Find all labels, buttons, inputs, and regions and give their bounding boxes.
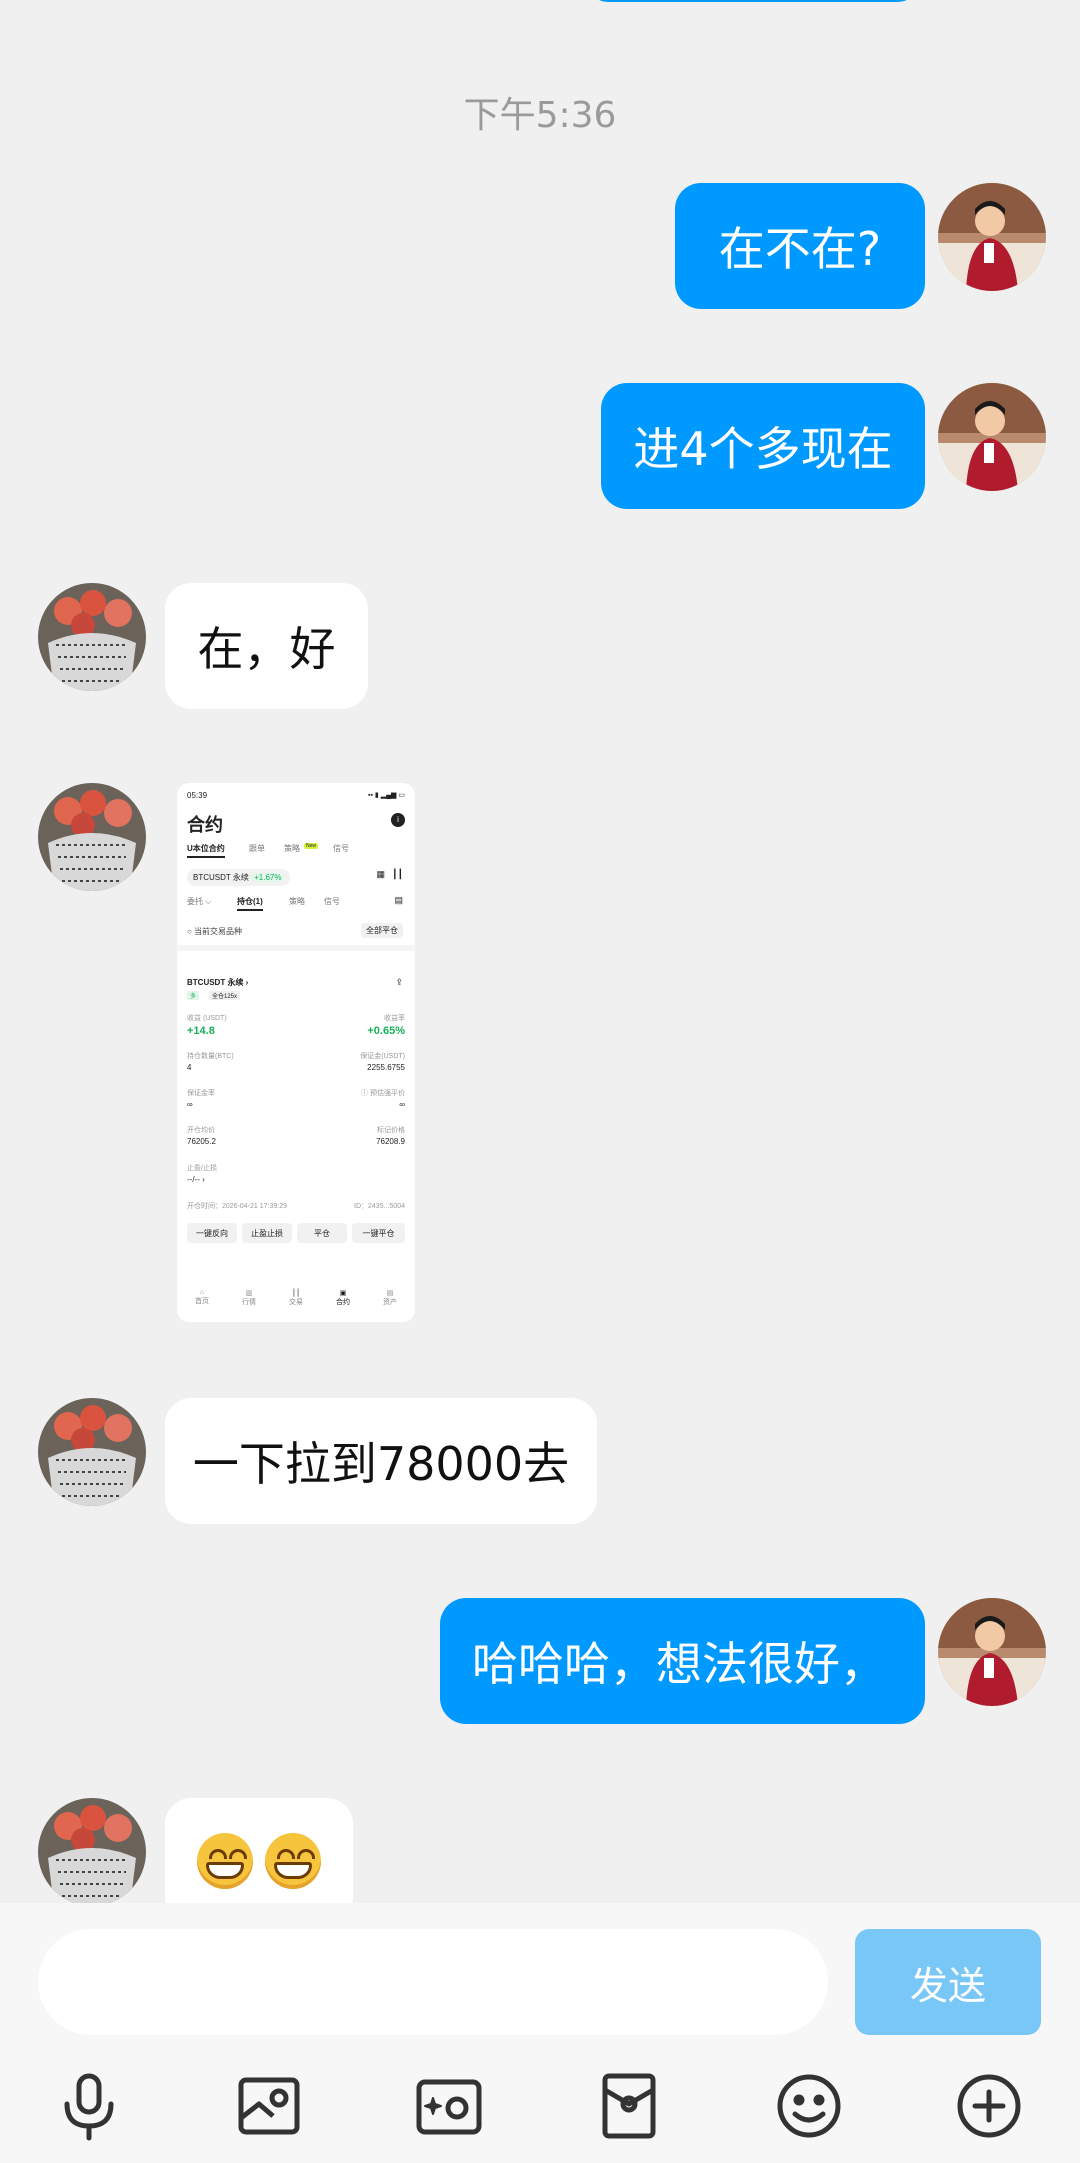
entry-label: 开仓均价 [187, 1127, 215, 1134]
filter-checkbox: ○ 当前交易品种 [187, 927, 243, 936]
liq-label: ⓘ 预估强平价 [361, 1090, 405, 1097]
tab-contract: U本位合约 [187, 843, 225, 858]
open-time: 开仓时间：2026-04-21 17:39:29 [187, 1203, 287, 1210]
tpsl-value: --/-- › [187, 1175, 205, 1184]
nav-trade: ┃┃ 交易 [289, 1290, 303, 1306]
plus-icon[interactable] [953, 2070, 1025, 2142]
red-packet-icon[interactable] [593, 2070, 665, 2142]
contact-avatar[interactable] [38, 1798, 146, 1903]
document-icon: ▤ [394, 895, 403, 905]
tab-strategy: 策略 [284, 844, 300, 853]
tab-signal: 信号 [333, 844, 349, 853]
status-time: 05:39 [187, 791, 208, 800]
camera-icon[interactable] [413, 2070, 485, 2142]
nav-market: ▥ 行情 [242, 1290, 256, 1306]
tpsl-button: 止盈止损 [242, 1223, 292, 1243]
close-all-quick-button: 一键平仓 [352, 1223, 405, 1243]
ratio-value: ∞ [187, 1100, 193, 1109]
message-text: 在，好 [197, 622, 336, 676]
margin-value: 2255.6755 [367, 1063, 405, 1072]
message-bubble-outgoing[interactable]: 进4个多现在 [601, 383, 925, 509]
reverse-button: 一键反向 [187, 1223, 237, 1243]
message-bubble-incoming[interactable] [165, 1798, 353, 1903]
my-avatar[interactable] [938, 183, 1046, 291]
position-side: 多 [187, 991, 200, 1000]
send-button[interactable]: 发送 [855, 1929, 1041, 2035]
subtab-strategy: 策略 [289, 897, 305, 906]
subtab-signal: 信号 [324, 897, 340, 906]
position-margin: 全仓125x [209, 991, 241, 1000]
contact-avatar[interactable] [38, 1398, 146, 1506]
qty-value: 4 [187, 1063, 192, 1072]
liq-value: ∞ [399, 1100, 405, 1109]
nav-assets: ▤ 资产 [383, 1290, 397, 1306]
mark-label: 标记价格 [377, 1127, 405, 1134]
pair-name: BTCUSDT 永续 [193, 873, 249, 882]
microphone-icon[interactable] [53, 2070, 125, 2142]
qty-label: 持仓数量(BTC) [187, 1053, 234, 1060]
info-icon: i [391, 813, 405, 827]
input-bar: 发送 [0, 1903, 1080, 2163]
chat-area[interactable]: 下午5:36 在不在? 进4个多现在 在，好 05:39 ▪▪ ▮ ▂▄▆ ▭ … [0, 0, 1080, 1903]
message-bubble-outgoing[interactable]: 在不在? [675, 183, 925, 309]
pair-change: +1.67% [251, 873, 285, 882]
contact-avatar[interactable] [38, 783, 146, 891]
position-name: BTCUSDT 永续 › [187, 978, 249, 987]
screen-title: 合约 [187, 815, 223, 835]
order-id: ID：2435...5004 [354, 1203, 405, 1210]
my-avatar[interactable] [938, 383, 1046, 491]
subtab-orders: 委托 ⌵ [187, 897, 212, 906]
mark-value: 76208.9 [376, 1137, 405, 1146]
message-bubble-outgoing[interactable]: 哈哈哈，想法很好， [440, 1598, 925, 1724]
new-badge: New [304, 843, 319, 849]
message-input[interactable] [38, 1929, 828, 2035]
close-all-button: 全部平仓 [361, 923, 403, 938]
message-text: 哈哈哈，想法很好， [472, 1637, 886, 1691]
entry-value: 76205.2 [187, 1137, 216, 1146]
timestamp: 下午5:36 [463, 95, 617, 136]
tpsl-label: 止盈/止损 [187, 1165, 217, 1172]
message-text: 在不在? [718, 222, 882, 276]
image-icon[interactable] [233, 2070, 305, 2142]
grinning-face-icon [265, 1833, 321, 1889]
subtab-positions: 持仓(1) [237, 896, 263, 911]
message-bubble-incoming[interactable]: 一下拉到78000去 [165, 1398, 597, 1524]
margin-label: 保证金(USDT) [360, 1053, 405, 1060]
pair-pill: BTCUSDT 永续 +1.67% [187, 869, 291, 886]
pnl-value: +14.8 [187, 1025, 215, 1037]
message-text: 一下拉到78000去 [192, 1437, 570, 1491]
contact-avatar[interactable] [38, 583, 146, 691]
candle-icon: ┃┃ [392, 869, 403, 879]
nav-home: ⌂ 首页 [195, 1289, 209, 1305]
message-text: 进4个多现在 [633, 422, 893, 476]
my-avatar[interactable] [938, 1598, 1046, 1706]
partial-message-bubble[interactable] [583, 0, 923, 2]
status-icons: ▪▪ ▮ ▂▄▆ ▭ [368, 792, 405, 799]
chart-icon: ▦ [376, 869, 385, 879]
tab-copy: 跟单 [249, 844, 265, 853]
pnl-label: 收益 (USDT) [187, 1015, 227, 1022]
nav-contract: ▣ 合约 [336, 1290, 350, 1306]
roe-value: +0.65% [367, 1025, 405, 1037]
image-message-screenshot[interactable]: 05:39 ▪▪ ▮ ▂▄▆ ▭ 合约 i U本位合约 跟单 策略 New 信号… [177, 783, 415, 1322]
emoji-icon[interactable] [773, 2070, 845, 2142]
share-icon: ⇪ [395, 977, 403, 987]
roe-label: 收益率 [384, 1015, 405, 1022]
grinning-face-icon [197, 1833, 253, 1889]
message-bubble-incoming[interactable]: 在，好 [165, 583, 368, 709]
ratio-label: 保证金率 [187, 1090, 215, 1097]
close-button: 平仓 [297, 1223, 347, 1243]
